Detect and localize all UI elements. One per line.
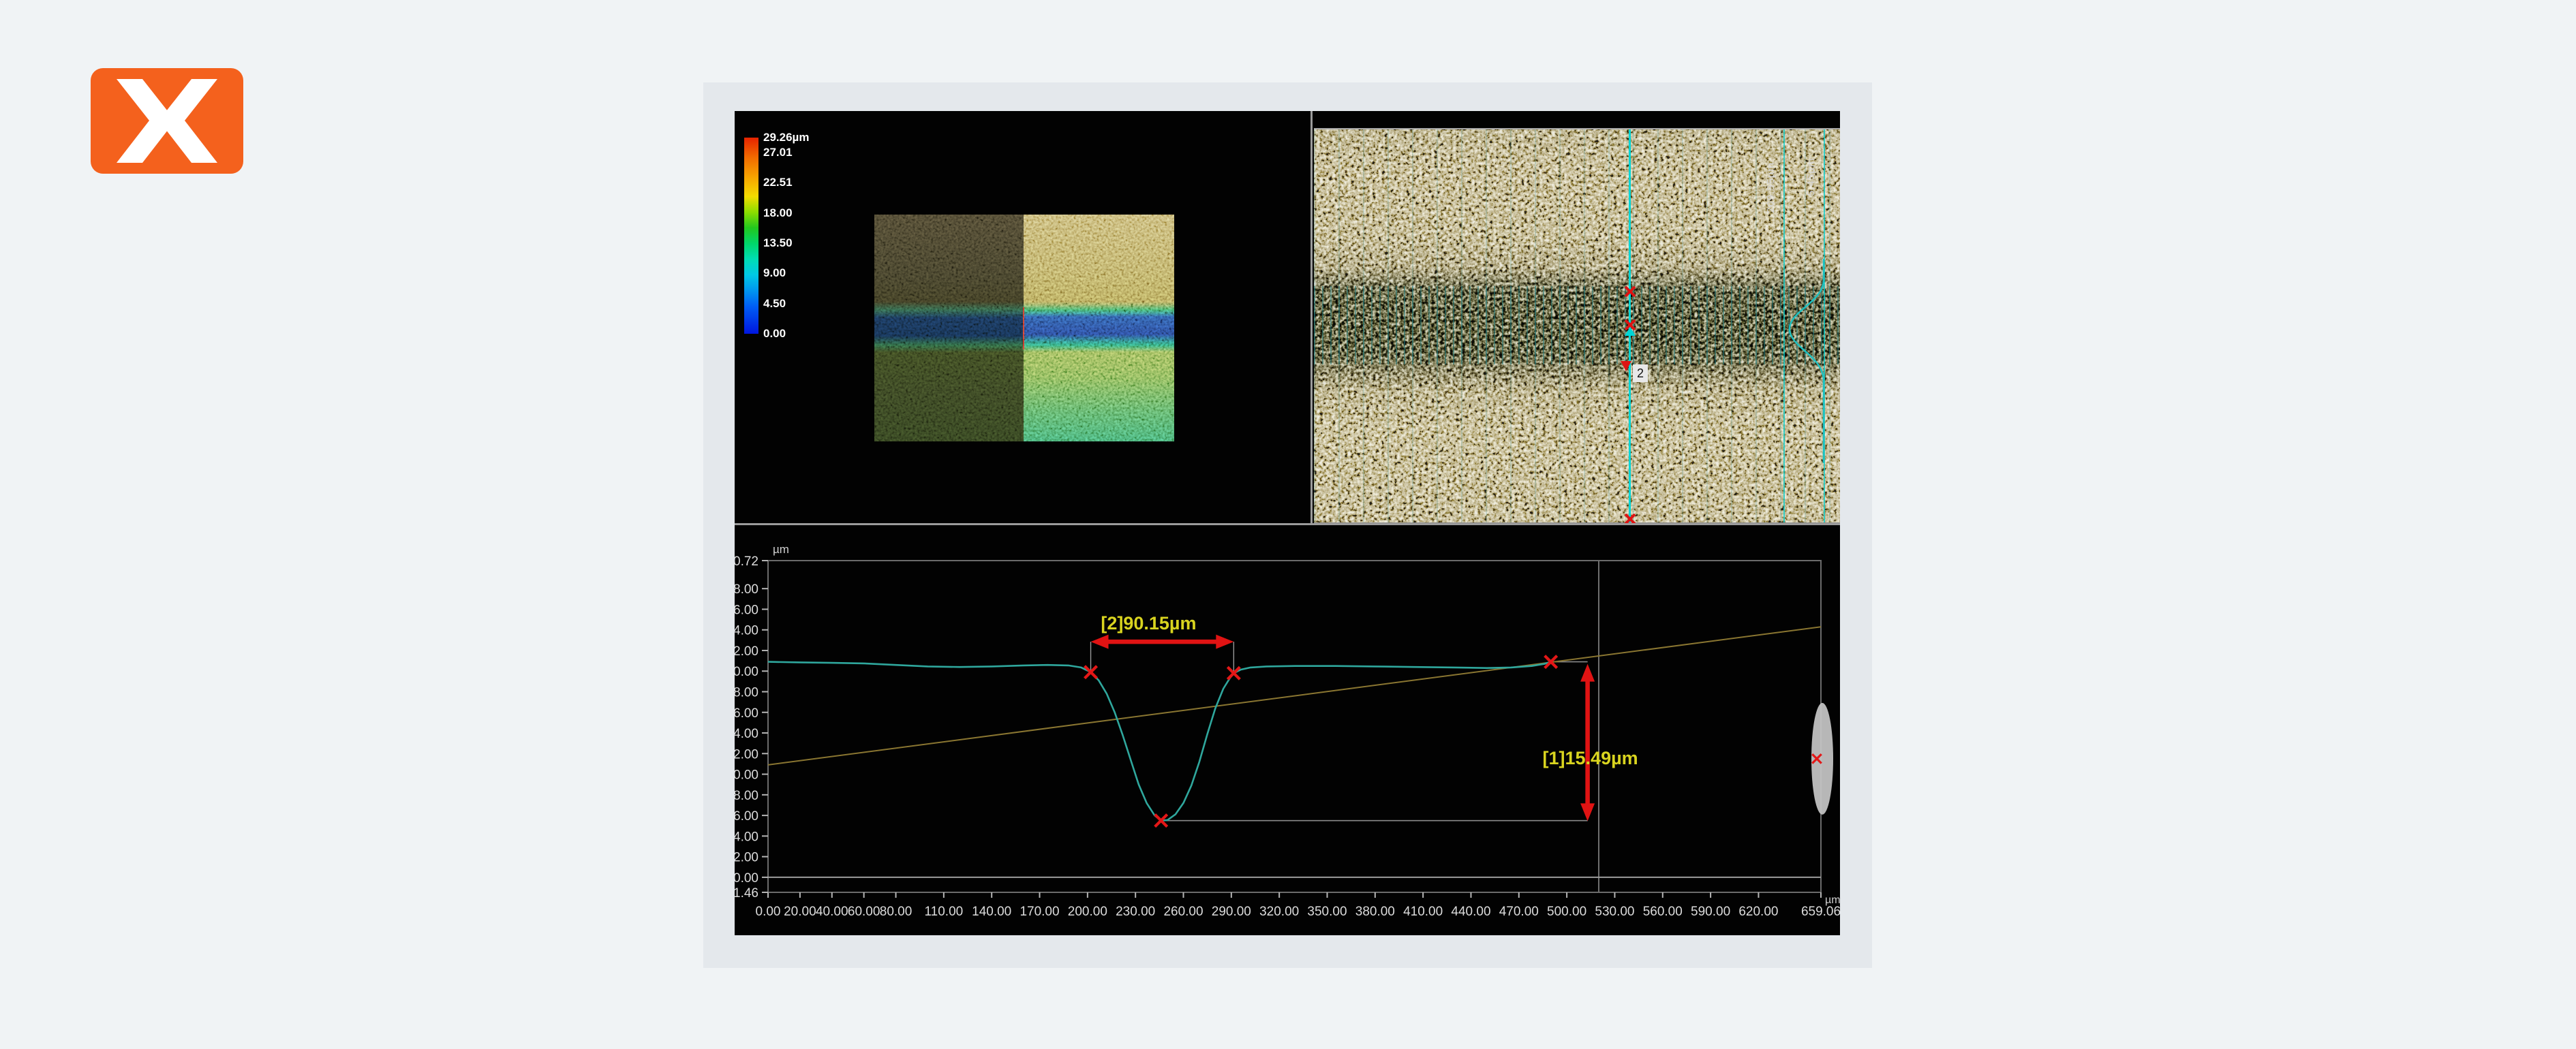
x-tick-label: 560.00 bbox=[1643, 905, 1683, 919]
y-tick-label: 8.00 bbox=[735, 789, 758, 803]
x-tick-label: 80.00 bbox=[880, 905, 913, 919]
x-tick-label: 140.00 bbox=[972, 905, 1011, 919]
groove-scan-lines bbox=[1314, 286, 1840, 364]
x-tick-label: 0.00 bbox=[756, 905, 781, 919]
arrowhead-left bbox=[1091, 635, 1109, 649]
surface-profile bbox=[768, 662, 1551, 821]
x-tick-label: 500.00 bbox=[1547, 905, 1586, 919]
profile-chart[interactable]: 30.7228.0026.0024.0022.0020.0018.0016.00… bbox=[768, 561, 1821, 892]
measurement-label: [2]90.15µm bbox=[1101, 613, 1196, 633]
x-tick-label: 260.00 bbox=[1163, 905, 1203, 919]
y-tick-label: 12.00 bbox=[735, 747, 758, 762]
x-tick-label: 440.00 bbox=[1451, 905, 1490, 919]
x-tick-label: 290.00 bbox=[1212, 905, 1251, 919]
colorbar-label: 29.26µm bbox=[763, 130, 809, 145]
height-map-left-half bbox=[874, 215, 1024, 441]
microscope-pane: 2 209.95µm 5.45µm bbox=[1314, 111, 1840, 527]
brand-logo bbox=[91, 68, 243, 174]
double-chevron-icon bbox=[91, 68, 243, 174]
x-tick-label: 320.00 bbox=[1259, 905, 1299, 919]
height-map-right-half bbox=[1024, 215, 1174, 441]
y-tick-label: 4.00 bbox=[735, 830, 758, 844]
x-axis-unit-label: µm bbox=[1825, 894, 1840, 907]
analysis-viewport: 29.26µm27.01 22.51 18.00 13.50 9.00 4.50 0.00 bbox=[735, 111, 1840, 935]
colorbar-label: 0.00 bbox=[763, 326, 786, 341]
y-tick-label: 2.00 bbox=[735, 851, 758, 865]
colorbar-label: 4.50 bbox=[763, 296, 786, 311]
height-map-seam-line bbox=[1023, 307, 1024, 349]
application-root: 29.26µm27.01 22.51 18.00 13.50 9.00 4.50 0.00 bbox=[0, 0, 2576, 1049]
colorbar-label: 9.00 bbox=[763, 266, 786, 281]
x-tick-label: 40.00 bbox=[816, 905, 848, 919]
x-tick-label: 110.00 bbox=[925, 905, 964, 919]
x-tick-label: 60.00 bbox=[848, 905, 880, 919]
x-tick-label: 620.00 bbox=[1738, 905, 1778, 919]
line-position-label-1: 209.95µm bbox=[1765, 131, 1777, 213]
height-map-image[interactable] bbox=[874, 215, 1174, 441]
y-tick-label: 16.00 bbox=[735, 706, 758, 721]
x-tick-label: 590.00 bbox=[1691, 905, 1730, 919]
height-colorbar bbox=[744, 138, 758, 334]
y-tick-label: 10.00 bbox=[735, 768, 758, 783]
y-tick-label: -1.46 bbox=[735, 886, 758, 901]
y-axis-unit-label: µm bbox=[773, 543, 789, 557]
y-tick-label: 22.00 bbox=[735, 644, 758, 659]
x-tick-label: 530.00 bbox=[1595, 905, 1634, 919]
x-tick-label: 200.00 bbox=[1068, 905, 1107, 919]
x-tick-label: 380.00 bbox=[1355, 905, 1395, 919]
plot-border bbox=[768, 561, 1821, 892]
arrowhead-up bbox=[1580, 664, 1595, 682]
y-tick-label: 6.00 bbox=[735, 809, 758, 824]
y-tick-label: 20.00 bbox=[735, 665, 758, 679]
horizontal-pane-divider[interactable] bbox=[735, 523, 1840, 525]
y-tick-label: 30.72 bbox=[735, 554, 758, 569]
edge-scroll-handle[interactable] bbox=[1811, 703, 1833, 815]
x-tick-label: 659.06 bbox=[1801, 905, 1840, 919]
inline-profile-curve bbox=[1784, 259, 1825, 463]
x-tick-label: 350.00 bbox=[1307, 905, 1347, 919]
colorbar-label: 18.00 bbox=[763, 206, 793, 221]
x-tick-label: 470.00 bbox=[1499, 905, 1539, 919]
y-tick-label: 26.00 bbox=[735, 603, 758, 617]
colorbar-label: 22.51 bbox=[763, 175, 793, 190]
measurement-flag-label: 2 bbox=[1633, 364, 1648, 382]
flag-marker-icon bbox=[1621, 361, 1631, 371]
y-tick-label: 18.00 bbox=[735, 685, 758, 700]
x-tick-label: 20.00 bbox=[784, 905, 816, 919]
y-tick-label: 14.00 bbox=[735, 727, 758, 741]
up-arrow-icon bbox=[1625, 327, 1636, 336]
tilt-reference-line bbox=[768, 627, 1821, 765]
line-position-label-2: 5.45µm bbox=[1805, 131, 1817, 196]
x-tick-label: 230.00 bbox=[1116, 905, 1155, 919]
measurement-label: [1]15.49µm bbox=[1543, 748, 1638, 768]
y-tick-label: 28.00 bbox=[735, 582, 758, 597]
colorbar-label: 27.01 bbox=[763, 145, 793, 160]
vertical-pane-divider[interactable] bbox=[1310, 111, 1313, 524]
marker-x-band-top[interactable] bbox=[1623, 285, 1637, 298]
y-tick-label: 0.00 bbox=[735, 871, 758, 886]
colorbar-label: 13.50 bbox=[763, 236, 793, 251]
x-tick-label: 170.00 bbox=[1019, 905, 1059, 919]
arrowhead-down bbox=[1580, 803, 1595, 821]
y-tick-label: 24.00 bbox=[735, 624, 758, 638]
x-tick-label: 410.00 bbox=[1403, 905, 1443, 919]
colorbar-labels: 29.26µm27.0122.5118.0013.509.004.500.00 bbox=[763, 138, 852, 334]
arrowhead-right bbox=[1216, 635, 1233, 649]
